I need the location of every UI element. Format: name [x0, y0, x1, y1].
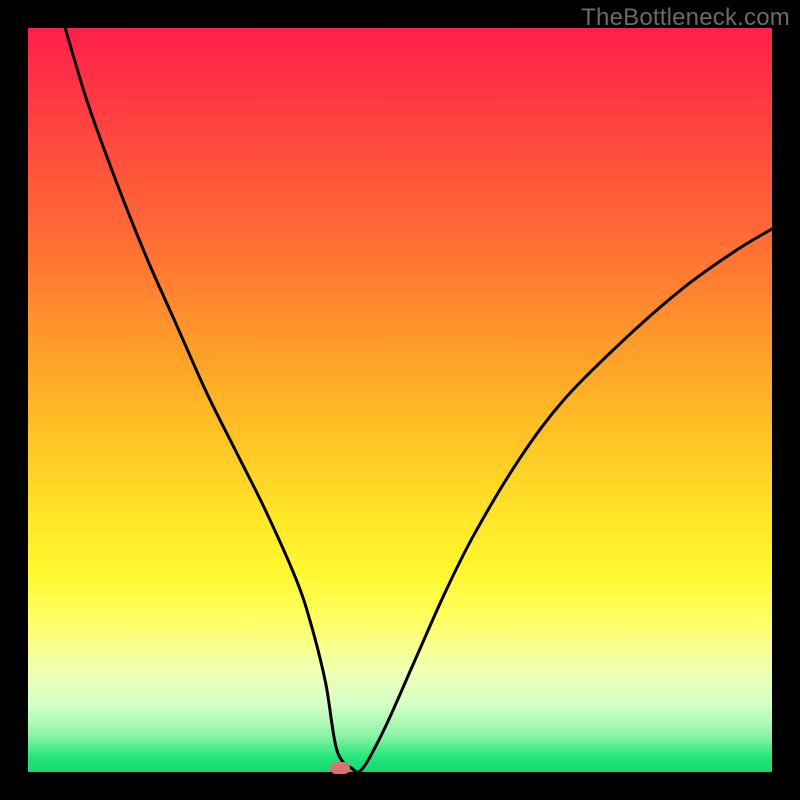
plot-area: [28, 28, 772, 772]
watermark-label: TheBottleneck.com: [581, 4, 790, 32]
curve-svg: [28, 28, 772, 772]
chart-frame: TheBottleneck.com: [0, 0, 800, 800]
minimum-marker: [330, 762, 350, 774]
curve-line: [65, 28, 772, 772]
